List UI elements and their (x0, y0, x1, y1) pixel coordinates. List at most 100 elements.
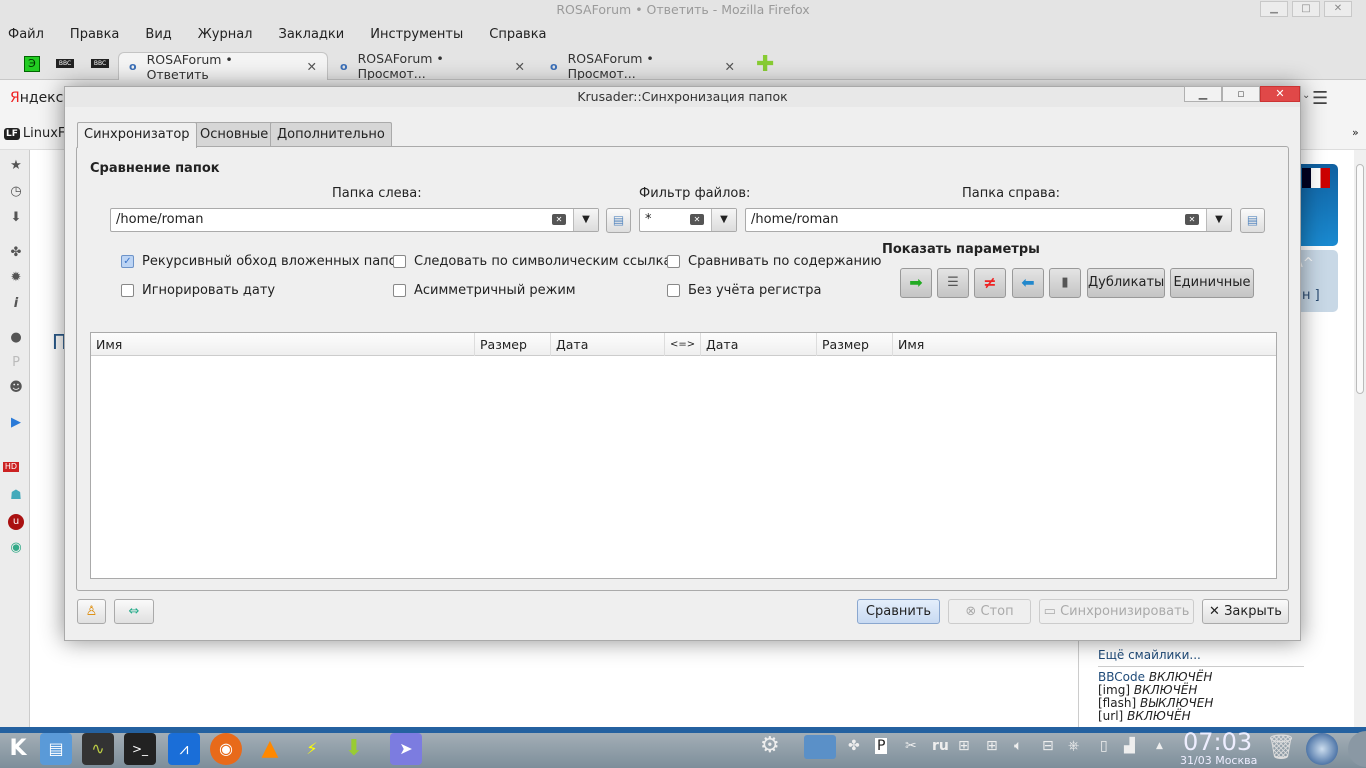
battery-icon[interactable]: ▯ (1100, 738, 1108, 754)
network-icon-2[interactable]: ⊞ (986, 738, 998, 754)
menu-tools[interactable]: Инструменты (370, 22, 463, 48)
column-left-name[interactable]: Имя (91, 333, 475, 356)
tab-advanced[interactable]: Дополнительно (270, 122, 392, 147)
new-tab-plus-icon[interactable]: ✚ (756, 52, 774, 77)
firefox-icon[interactable]: ◉ (210, 733, 242, 765)
dialog-minimize-button[interactable]: ▁ (1184, 86, 1222, 102)
left-folder-combo[interactable]: /home/roman ✕ ▼ (110, 208, 599, 232)
tray-expand-icon[interactable]: ▲ (1156, 741, 1163, 751)
ghost-icon[interactable]: ☗ (8, 488, 24, 504)
menu-bookmarks[interactable]: Закладки (279, 22, 345, 48)
download-icon[interactable]: ⬇ (8, 210, 24, 226)
network-icon[interactable]: ⊞ (958, 738, 970, 754)
bookmarks-overflow-button[interactable]: » (1352, 126, 1359, 139)
close-tab-icon[interactable]: ✕ (725, 59, 735, 74)
system-monitor-icon[interactable]: ∿ (82, 733, 114, 765)
tab-rosaforum-reply[interactable]: o ROSAForum • Ответить ✕ (118, 52, 328, 82)
column-right-date[interactable]: Дата (701, 333, 817, 356)
ksysguard-icon[interactable]: ⩘ (168, 733, 200, 765)
compare-button[interactable]: Сравнить (857, 599, 940, 624)
plugin-icon[interactable]: ✤ (848, 738, 860, 754)
clear-icon[interactable]: ✕ (552, 214, 566, 225)
globe-icon[interactable]: ◉ (8, 540, 24, 556)
download-manager-icon[interactable]: ⬇ (338, 733, 370, 765)
dialog-close-button[interactable]: ✕ (1260, 86, 1300, 102)
dropdown-arrow-icon[interactable]: ▼ (573, 209, 598, 231)
clock-time[interactable]: 07:03 (1183, 728, 1252, 756)
scissors-icon[interactable]: ✂ (905, 738, 917, 754)
menu-history[interactable]: Журнал (198, 22, 253, 48)
maximize-button[interactable]: □ (1292, 1, 1320, 17)
gear-icon[interactable]: ✹ (8, 270, 24, 286)
synchronize-button[interactable]: ▭ Синхронизировать (1039, 599, 1194, 624)
play-icon[interactable]: ▶ (8, 415, 24, 431)
show-right-to-left-button[interactable]: ⬅ (1012, 268, 1044, 298)
pinned-tab-bbc-icon[interactable]: BBC (91, 59, 109, 68)
swap-sides-button[interactable]: ⇔ (114, 599, 154, 624)
clock-date[interactable]: 31/03 Москва (1180, 754, 1257, 767)
rosa-logo-icon[interactable] (1306, 733, 1338, 765)
wired-network-icon[interactable]: ⊟ (1042, 738, 1054, 754)
more-smilies-link[interactable]: Ещё смайлики... (1098, 648, 1201, 662)
column-right-name[interactable]: Имя (893, 333, 1276, 356)
trash-icon[interactable]: 🗑︎ (1266, 733, 1296, 761)
menu-view[interactable]: Вид (145, 22, 171, 48)
keyboard-layout[interactable]: ru (932, 738, 949, 754)
pinned-tab-evernote-icon[interactable]: Э (24, 56, 40, 72)
right-folder-input[interactable]: /home/roman (751, 212, 839, 227)
close-tab-icon[interactable]: ✕ (307, 59, 317, 74)
right-folder-combo[interactable]: /home/roman ✕ ▼ (745, 208, 1232, 232)
tab-general[interactable]: Основные (193, 122, 276, 147)
desktop-menu-icon[interactable] (1348, 731, 1366, 767)
close-tab-icon[interactable]: ✕ (515, 59, 525, 74)
close-button[interactable]: ✕ (1324, 1, 1352, 17)
compare-content-checkbox[interactable]: Сравнивать по содержанию (667, 254, 881, 269)
addons-icon[interactable]: ✤ (8, 245, 24, 261)
ignore-date-checkbox[interactable]: Игнорировать дату (121, 283, 275, 298)
close-dialog-button[interactable]: ✕ Закрыть (1202, 599, 1289, 624)
parking-icon[interactable]: P (875, 738, 888, 754)
star-icon[interactable]: ★ (8, 158, 24, 174)
krusader-icon[interactable]: ➤ (390, 733, 422, 765)
asymmetric-checkbox[interactable]: Асимметричный режим (393, 283, 576, 298)
clear-icon[interactable]: ✕ (690, 214, 704, 225)
column-direction[interactable]: <=> (665, 333, 701, 356)
scrollbar-thumb[interactable] (1356, 164, 1364, 394)
menu-edit[interactable]: Правка (70, 22, 119, 48)
clear-icon[interactable]: ✕ (1185, 214, 1199, 225)
browse-left-folder-button[interactable]: ▤ (606, 208, 631, 233)
hamburger-menu-icon[interactable]: ☰ (1312, 88, 1328, 109)
tab-rosaforum-view[interactable]: o ROSAForum • Просмот... ✕ (330, 51, 535, 81)
recursive-checkbox[interactable]: ✓ Рекурсивный обход вложенных папок (121, 254, 404, 269)
follow-symlinks-checkbox[interactable]: Следовать по символическим ссылкам (393, 254, 681, 269)
yandex-logo[interactable]: Яндекс (10, 90, 63, 106)
info-icon[interactable]: i (8, 296, 24, 312)
smiley-icon[interactable]: ☻ (8, 380, 24, 396)
column-right-size[interactable]: Размер (817, 333, 893, 356)
p-icon[interactable]: P (8, 355, 24, 371)
tab-synchronizer[interactable]: Синхронизатор (77, 122, 197, 148)
show-equals-button[interactable]: ☰ (937, 268, 969, 298)
file-filter-combo[interactable]: * ✕ ▼ (639, 208, 737, 232)
browse-right-folder-button[interactable]: ▤ (1240, 208, 1265, 233)
file-filter-input[interactable]: * (645, 212, 652, 227)
signal-icon[interactable]: ▟ (1124, 738, 1135, 754)
hd-icon[interactable]: HD (3, 462, 19, 472)
column-left-size[interactable]: Размер (475, 333, 551, 356)
stop-button[interactable]: ⊗ Стоп (948, 599, 1031, 624)
menu-file[interactable]: Файл (8, 22, 44, 48)
user-icon[interactable]: ● (8, 330, 24, 346)
page-scrollbar[interactable] (1354, 150, 1366, 727)
network-tool-icon[interactable]: ⚡ (296, 733, 328, 765)
show-differents-button[interactable]: ≠ (974, 268, 1006, 298)
ignore-case-checkbox[interactable]: Без учёта регистра (667, 283, 821, 298)
history-icon[interactable]: ◷ (8, 184, 24, 200)
bookmark-linuxforum[interactable]: LF LinuxFo (4, 126, 73, 141)
sync-results-table[interactable]: Имя Размер Дата <=> Дата Размер Имя (90, 332, 1277, 579)
profiles-button[interactable]: ♙ (77, 599, 106, 624)
file-manager-icon[interactable]: ▤ (40, 733, 72, 765)
camera-icon[interactable] (804, 735, 836, 759)
tab-rosaforum-view-2[interactable]: o ROSAForum • Просмот... ✕ (540, 51, 745, 81)
chevron-down-icon[interactable]: ⌄ (1302, 90, 1310, 101)
menu-help[interactable]: Справка (489, 22, 546, 48)
